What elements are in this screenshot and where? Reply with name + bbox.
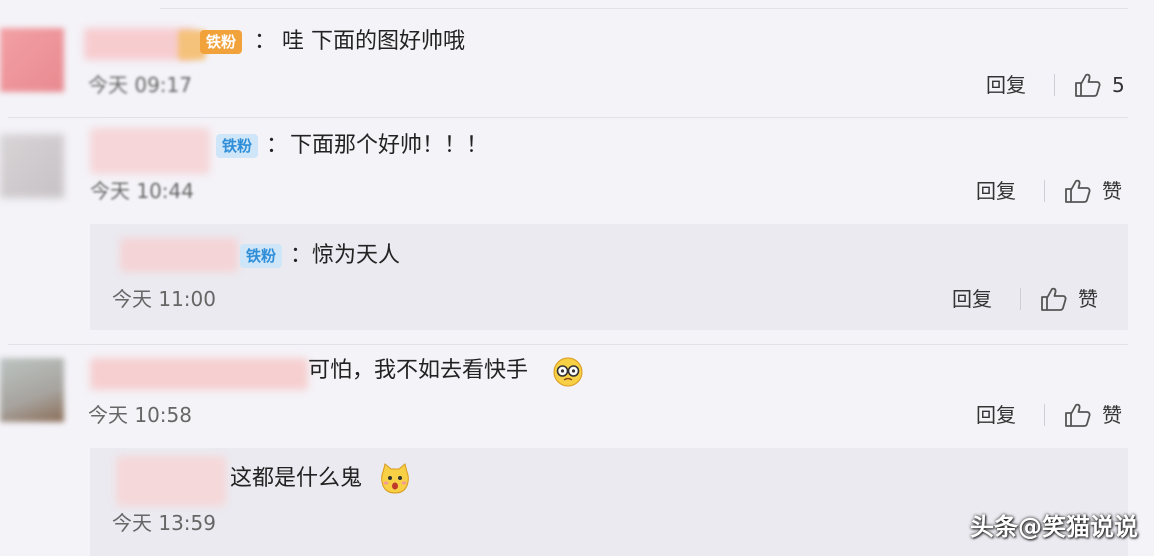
avatar[interactable] — [0, 134, 64, 198]
reply-button[interactable]: 回复 — [986, 72, 1026, 98]
comment-text: 下面那个好帅！！！ — [290, 133, 489, 158]
reply-button[interactable]: 回复 — [976, 178, 1016, 204]
reply-time: 今天 13:59 — [112, 511, 216, 535]
reply-time: 今天 11:00 — [112, 287, 216, 311]
comment-divider — [8, 117, 1128, 118]
username[interactable] — [90, 128, 210, 174]
nerd-glasses-emoji-icon — [552, 356, 584, 392]
cat-face-emoji-icon — [378, 462, 412, 500]
thumbs-up-icon[interactable] — [1040, 286, 1068, 316]
thumbs-up-icon[interactable] — [1064, 402, 1092, 432]
like-count[interactable]: 5 — [1112, 72, 1125, 98]
action-separator — [1020, 288, 1021, 310]
action-separator — [1044, 180, 1045, 202]
reply-separator: ： — [290, 243, 313, 268]
comment-time: 今天 10:44 — [90, 179, 194, 203]
top-divider — [160, 8, 1128, 9]
like-button[interactable]: 赞 — [1102, 178, 1122, 204]
reply-box: 铁粉 ： 惊为天人 今天 11:00 回复 赞 — [90, 224, 1128, 330]
username[interactable] — [116, 456, 226, 506]
watermark: 头条@笑猫说说 — [970, 513, 1138, 541]
thumbs-up-icon[interactable] — [1064, 178, 1092, 208]
comment-time: 今天 10:58 — [88, 403, 192, 427]
like-button[interactable]: 赞 — [1078, 286, 1098, 312]
reply-button[interactable]: 回复 — [976, 402, 1016, 428]
action-separator — [1054, 74, 1055, 96]
comment-time: 今天 09:17 — [88, 73, 192, 97]
reply-text: 这都是什么鬼 — [230, 466, 363, 491]
username[interactable] — [120, 238, 238, 272]
avatar[interactable] — [0, 28, 64, 92]
comment-separator: ： — [266, 133, 289, 158]
fan-badge: 铁粉 — [240, 244, 283, 268]
comment-text: 可怕，我不如去看快手 — [308, 358, 529, 383]
comment-text: 哇 下面的图好帅哦 — [282, 29, 465, 54]
avatar[interactable] — [0, 358, 64, 422]
reply-button[interactable]: 回复 — [952, 286, 992, 312]
action-separator — [1044, 404, 1045, 426]
thumbs-up-icon[interactable] — [1074, 72, 1102, 102]
comment-separator: ： — [254, 29, 277, 54]
fan-badge: 铁粉 — [200, 30, 243, 54]
like-button[interactable]: 赞 — [1102, 402, 1122, 428]
comment-divider — [8, 344, 1128, 345]
username[interactable] — [90, 358, 308, 390]
reply-text: 惊为天人 — [312, 243, 401, 268]
fan-badge: 铁粉 — [216, 134, 259, 158]
